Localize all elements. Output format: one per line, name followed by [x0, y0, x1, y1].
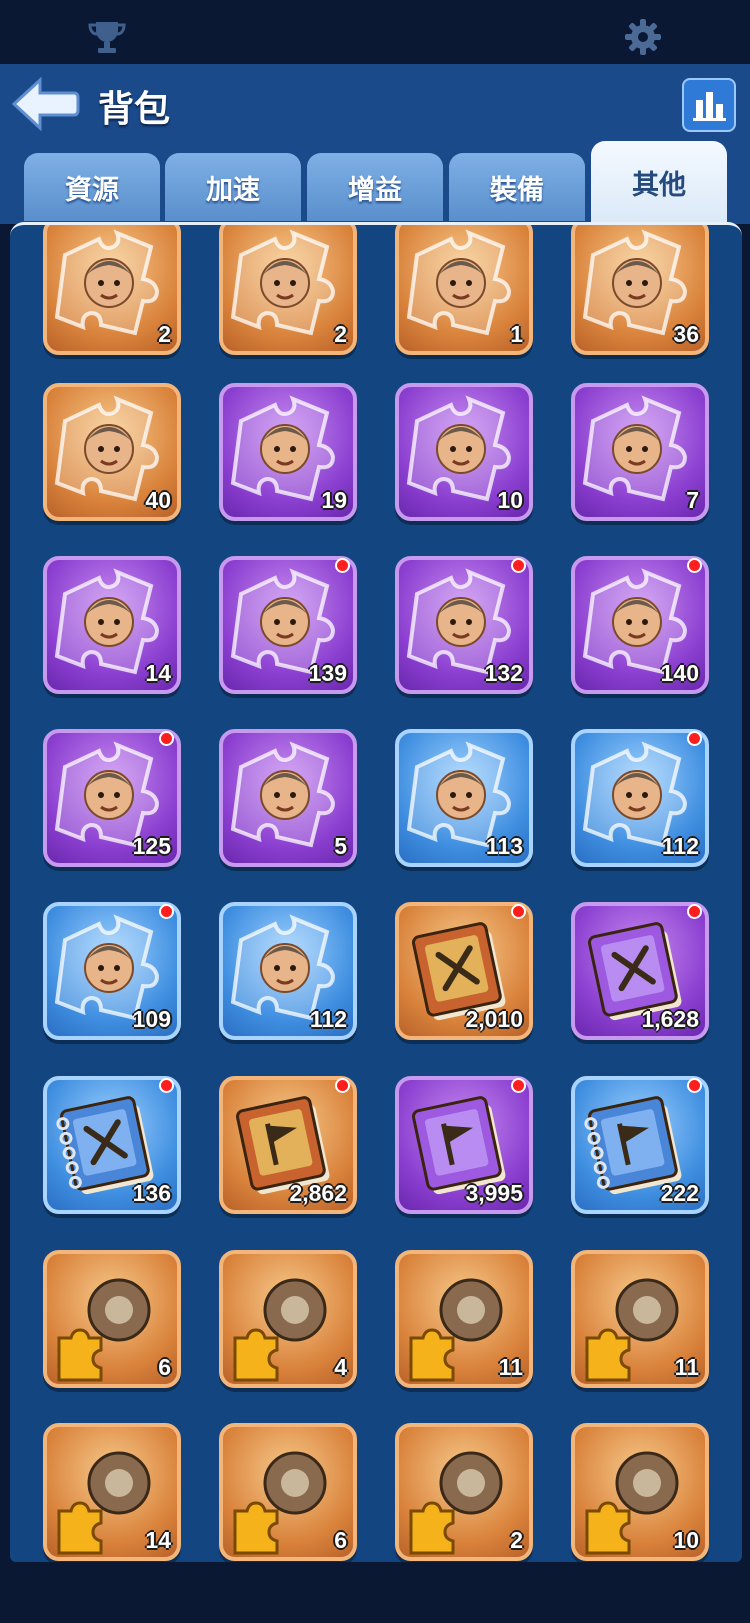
- item-count: 2: [510, 1527, 523, 1553]
- item-count: 7: [686, 487, 699, 513]
- new-badge-dot: [687, 731, 702, 746]
- item-count: 10: [673, 1527, 699, 1553]
- item-slot[interactable]: 6: [43, 1250, 181, 1388]
- item-slot[interactable]: 1,628: [571, 902, 709, 1040]
- item-slot[interactable]: 2: [43, 225, 181, 355]
- stats-button[interactable]: [682, 78, 736, 132]
- item-count: 1: [510, 321, 523, 347]
- item-count: 4: [334, 1354, 347, 1380]
- new-badge-dot: [511, 1078, 526, 1093]
- item-slot[interactable]: 10: [571, 1423, 709, 1561]
- item-count: 19: [321, 487, 347, 513]
- item-count: 136: [132, 1180, 171, 1206]
- tab-other[interactable]: 其他: [591, 141, 727, 223]
- item-count: 6: [158, 1354, 171, 1380]
- new-badge-dot: [159, 1078, 174, 1093]
- new-badge-dot: [511, 558, 526, 573]
- item-count: 139: [308, 660, 347, 686]
- item-count: 222: [660, 1180, 699, 1206]
- item-slot[interactable]: 11: [395, 1250, 533, 1388]
- item-slot[interactable]: 139: [219, 556, 357, 694]
- item-slot[interactable]: 136: [43, 1076, 181, 1214]
- item-slot[interactable]: 140: [571, 556, 709, 694]
- item-slot[interactable]: 11: [571, 1250, 709, 1388]
- item-count: 109: [132, 1006, 171, 1032]
- gear-icon[interactable]: [622, 16, 664, 58]
- tab-speedups[interactable]: 加速: [165, 153, 301, 221]
- new-badge-dot: [335, 1078, 350, 1093]
- new-badge-dot: [159, 904, 174, 919]
- item-slot[interactable]: 19: [219, 383, 357, 521]
- tab-equipment[interactable]: 裝備: [449, 153, 585, 221]
- item-slot[interactable]: 125: [43, 729, 181, 867]
- new-badge-dot: [687, 1078, 702, 1093]
- new-badge-dot: [335, 558, 350, 573]
- item-slot[interactable]: 2: [219, 225, 357, 355]
- item-count: 14: [145, 660, 171, 686]
- item-count: 2: [334, 321, 347, 347]
- item-count: 11: [674, 1354, 699, 1380]
- bottom-bar: [0, 1578, 750, 1623]
- item-count: 6: [334, 1527, 347, 1553]
- item-count: 2: [158, 321, 171, 347]
- back-arrow-icon[interactable]: [10, 74, 80, 134]
- item-count: 3,995: [465, 1180, 523, 1206]
- item-slot[interactable]: 2: [395, 1423, 533, 1561]
- item-slot[interactable]: 10: [395, 383, 533, 521]
- item-count: 112: [661, 833, 699, 859]
- item-count: 113: [485, 833, 523, 859]
- item-slot[interactable]: 112: [219, 902, 357, 1040]
- item-count: 112: [309, 1006, 347, 1032]
- item-slot[interactable]: 2,010: [395, 902, 533, 1040]
- item-slot[interactable]: 40: [43, 383, 181, 521]
- item-slot[interactable]: 4: [219, 1250, 357, 1388]
- item-slot[interactable]: 14: [43, 556, 181, 694]
- item-count: 11: [498, 1354, 523, 1380]
- item-slot[interactable]: 6: [219, 1423, 357, 1561]
- item-slot[interactable]: 222: [571, 1076, 709, 1214]
- bar-chart-icon: [693, 92, 726, 121]
- item-slot[interactable]: 2,862: [219, 1076, 357, 1214]
- item-slot[interactable]: 113: [395, 729, 533, 867]
- item-slot[interactable]: 7: [571, 383, 709, 521]
- item-count: 40: [145, 487, 171, 513]
- new-badge-dot: [687, 904, 702, 919]
- item-slot[interactable]: 36: [571, 225, 709, 355]
- item-count: 14: [145, 1527, 171, 1553]
- item-count: 5: [334, 833, 347, 859]
- new-badge-dot: [511, 904, 526, 919]
- tab-resources[interactable]: 資源: [24, 153, 160, 221]
- item-slot[interactable]: 5: [219, 729, 357, 867]
- item-slot[interactable]: 109: [43, 902, 181, 1040]
- item-slot[interactable]: 112: [571, 729, 709, 867]
- new-badge-dot: [159, 731, 174, 746]
- item-slot[interactable]: 14: [43, 1423, 181, 1561]
- item-count: 2,862: [289, 1180, 347, 1206]
- tab-boosts[interactable]: 增益: [307, 153, 443, 221]
- item-slot[interactable]: 1: [395, 225, 533, 355]
- item-slot[interactable]: 132: [395, 556, 533, 694]
- item-count: 140: [660, 660, 699, 686]
- item-count: 132: [484, 660, 523, 686]
- item-grid: 2 2 1 36 40 19 10 7 14 139 132 140 125 5 113 112 109 112 2…: [10, 222, 742, 1562]
- item-count: 125: [132, 833, 171, 859]
- page-title: 背包: [98, 88, 171, 129]
- item-count: 36: [673, 321, 699, 347]
- item-count: 2,010: [465, 1006, 523, 1032]
- trophy-icon[interactable]: [86, 16, 128, 58]
- new-badge-dot: [687, 558, 702, 573]
- item-count: 10: [497, 487, 523, 513]
- item-count: 1,628: [641, 1006, 699, 1032]
- item-slot[interactable]: 3,995: [395, 1076, 533, 1214]
